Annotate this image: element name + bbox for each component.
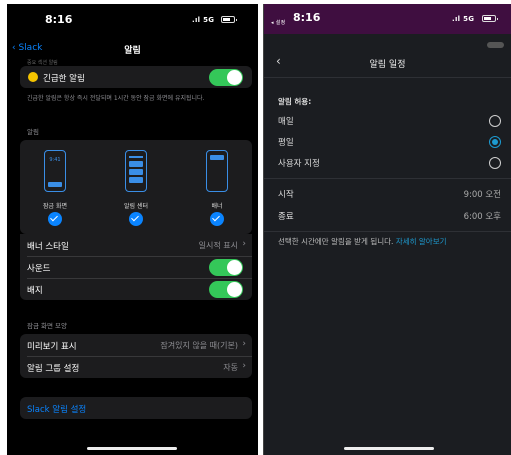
signal-indicator: .ıl 5G [452,15,475,23]
page-title: 알림 [124,46,141,56]
slack-settings-link[interactable]: Slack 알림 설정 [20,397,252,419]
signal-indicator: .ıl 5G [192,16,215,24]
end-time-row[interactable]: 종료 6:00 오후 [278,207,501,225]
previews-card: 9:41 잠금 화면 알림 센터 배너 [20,140,252,234]
banner-style-row[interactable]: 배너 스타일 일시적 표시 › [20,234,252,256]
badge-label: 배지 [27,286,43,296]
home-indicator [344,447,434,450]
show-previews-value: 잠겨있지 않을 때(기본) [160,341,238,350]
divider [264,231,511,232]
banner-style-value: 일시적 표시 [198,241,238,250]
chevron-right-icon: › [242,361,246,371]
chevron-right-icon: › [242,239,246,249]
end-value: 6:00 오후 [463,212,501,222]
sound-row: 사운드 [20,256,252,278]
option-label: 매일 [278,117,294,127]
option-label: 평일 [278,138,294,148]
grouping-value: 자동 [223,363,238,372]
urgent-label: 긴급한 알림 [43,74,85,84]
status-time: 8:16 [293,11,321,24]
start-label: 시작 [278,190,294,200]
alerts-header: 알림 [27,128,39,136]
lock-screen-illustration: 9:41 [44,150,66,192]
note-text: 선택한 시간에만 알림을 받게 됩니다. [278,237,396,246]
slack-settings-label: Slack 알림 설정 [27,405,87,415]
badge-toggle[interactable] [209,281,243,298]
option-everyday[interactable]: 매일 [278,112,501,130]
show-previews-label: 미리보기 표시 [27,342,77,352]
grouping-label: 알림 그룹 설정 [27,364,80,374]
back-to-app[interactable]: ◂ 설정 [271,19,286,26]
urgent-toggle[interactable] [209,69,243,86]
notifications-screen: 8:16 .ıl 5G ‹ Slack 알림 중요 섹션 알림 긴급한 알림 긴… [7,4,258,455]
banner-check-icon [210,212,224,226]
option-weekdays[interactable]: 평일 [278,133,501,151]
status-time: 8:16 [45,13,73,26]
urgent-card: 긴급한 알림 [20,66,252,88]
urgent-note: 긴급한 알림은 항상 즉시 전달되며 1시간 동안 잠금 화면에 유지됩니다. [27,95,205,102]
option-custom[interactable]: 사용자 지정 [278,154,501,172]
status-bar: 8:16 .ıl 5G [7,4,258,34]
urgent-icon [28,72,38,82]
nav-bar: ‹ Slack 알림 [7,36,258,60]
page-title: 알림 일정 [369,60,406,70]
badge-row: 배지 [20,278,252,300]
slack-settings-card: Slack 알림 설정 [20,397,252,419]
sound-toggle[interactable] [209,259,243,276]
notification-center-illustration [125,150,147,192]
urgent-row[interactable]: 긴급한 알림 [20,66,252,88]
divider [264,77,511,78]
cut-section-header: 중요 섹션 알림 [27,60,58,66]
notification-schedule-screen: ◂ 설정 8:16 .ıl 5G ‹ 알림 일정 알림 허용: 매일 평일 사용… [263,4,511,455]
lock-screen-label: 잠금 화면 [43,203,67,210]
schedule-note: 선택한 시간에만 알림을 받게 됩니다. 자세히 알아보기 [278,237,502,247]
divider [264,178,511,179]
radio-button[interactable] [489,115,501,127]
nav-bar: ‹ 알림 일정 [264,50,511,74]
header-pill [487,42,504,48]
notification-center-check-icon [129,212,143,226]
option-label: 사용자 지정 [278,159,320,169]
sound-label: 사운드 [27,264,51,274]
lock-appearance-header: 잠금 화면 모양 [27,322,68,330]
show-previews-row[interactable]: 미리보기 표시 잠겨있지 않을 때(기본) › [20,334,252,356]
chevron-right-icon: › [242,339,246,349]
header-shadow [264,34,511,48]
end-label: 종료 [278,212,294,222]
grouping-row[interactable]: 알림 그룹 설정 자동 › [20,356,252,378]
banner-illustration [206,150,228,192]
battery-icon [482,15,498,22]
preview-clock: 9:41 [49,157,61,163]
start-time-row[interactable]: 시작 9:00 오전 [278,185,501,203]
lock-screen-check-icon [48,212,62,226]
banner-label: 배너 [211,203,223,210]
start-value: 9:00 오전 [463,190,501,200]
alert-options-card: 배너 스타일 일시적 표시 › 사운드 배지 [20,234,252,300]
radio-button[interactable] [489,157,501,169]
learn-more-link[interactable]: 자세히 알아보기 [396,237,447,246]
radio-button-selected[interactable] [489,136,501,148]
home-indicator [87,447,177,450]
notification-center-label: 알림 센터 [124,203,148,210]
lock-appearance-card: 미리보기 표시 잠겨있지 않을 때(기본) › 알림 그룹 설정 자동 › [20,334,252,378]
status-bar: ◂ 설정 8:16 .ıl 5G [264,4,511,34]
allow-header: 알림 허용: [278,97,312,106]
banner-style-label: 배너 스타일 [27,242,69,252]
battery-icon [221,16,237,23]
